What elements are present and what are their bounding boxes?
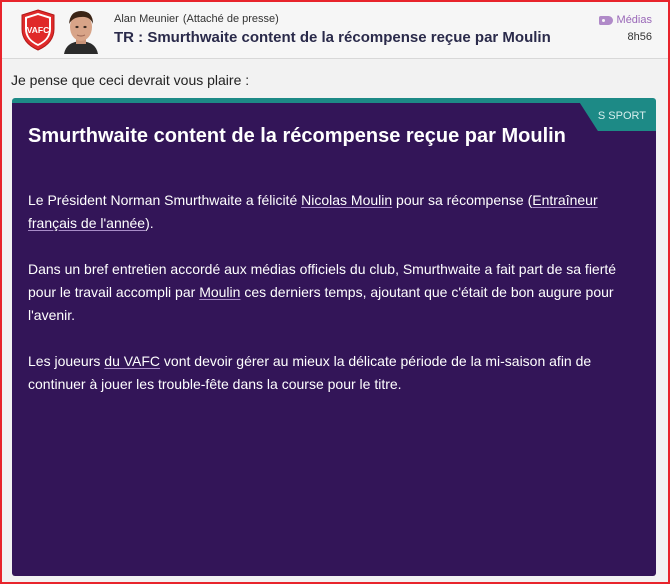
- paragraph-text: ).: [145, 215, 154, 231]
- paragraph-text: Le Président Norman Smurthwaite a félici…: [28, 192, 302, 208]
- message-time: 8h56: [627, 31, 652, 43]
- message-frame: VAFC Alan Meunier (Attaché de presse) TR …: [2, 2, 668, 582]
- paragraph-text: Les joueurs: [28, 353, 105, 369]
- person-link-moulin[interactable]: Moulin: [199, 284, 240, 300]
- club-badge-icon[interactable]: VAFC: [20, 9, 56, 51]
- sender-role: (Attaché de presse): [182, 13, 279, 25]
- club-link-vafc[interactable]: du VAFC: [104, 353, 160, 369]
- club-badge-text: VAFC: [27, 25, 50, 35]
- sender-line: Alan Meunier (Attaché de presse): [114, 13, 279, 25]
- player-link-nicolas-moulin[interactable]: Nicolas Moulin: [301, 192, 392, 208]
- news-card: S SPORT Smurthwaite content de la récomp…: [12, 98, 656, 576]
- news-paragraph-1: Le Président Norman Smurthwaite a félici…: [28, 189, 640, 235]
- category-label[interactable]: Médias: [598, 14, 652, 26]
- paragraph-text: pour sa récompense (: [392, 192, 533, 208]
- news-body: Le Président Norman Smurthwaite a félici…: [28, 189, 640, 419]
- news-source-tag: S SPORT: [579, 103, 656, 131]
- message-subject: TR : Smurthwaite content de la récompens…: [114, 29, 551, 46]
- news-title: Smurthwaite content de la récompense reç…: [28, 125, 566, 147]
- message-header: VAFC Alan Meunier (Attaché de presse) TR …: [2, 2, 668, 59]
- sender-avatar[interactable]: [60, 6, 102, 54]
- category-text: Médias: [616, 14, 652, 26]
- news-paragraph-3: Les joueurs du VAFC vont devoir gérer au…: [28, 350, 640, 396]
- news-paragraph-2: Dans un bref entretien accordé aux média…: [28, 258, 640, 327]
- tag-icon: [598, 15, 613, 25]
- intro-text: Je pense que ceci devrait vous plaire :: [11, 72, 250, 88]
- sender-name[interactable]: Alan Meunier: [114, 13, 179, 25]
